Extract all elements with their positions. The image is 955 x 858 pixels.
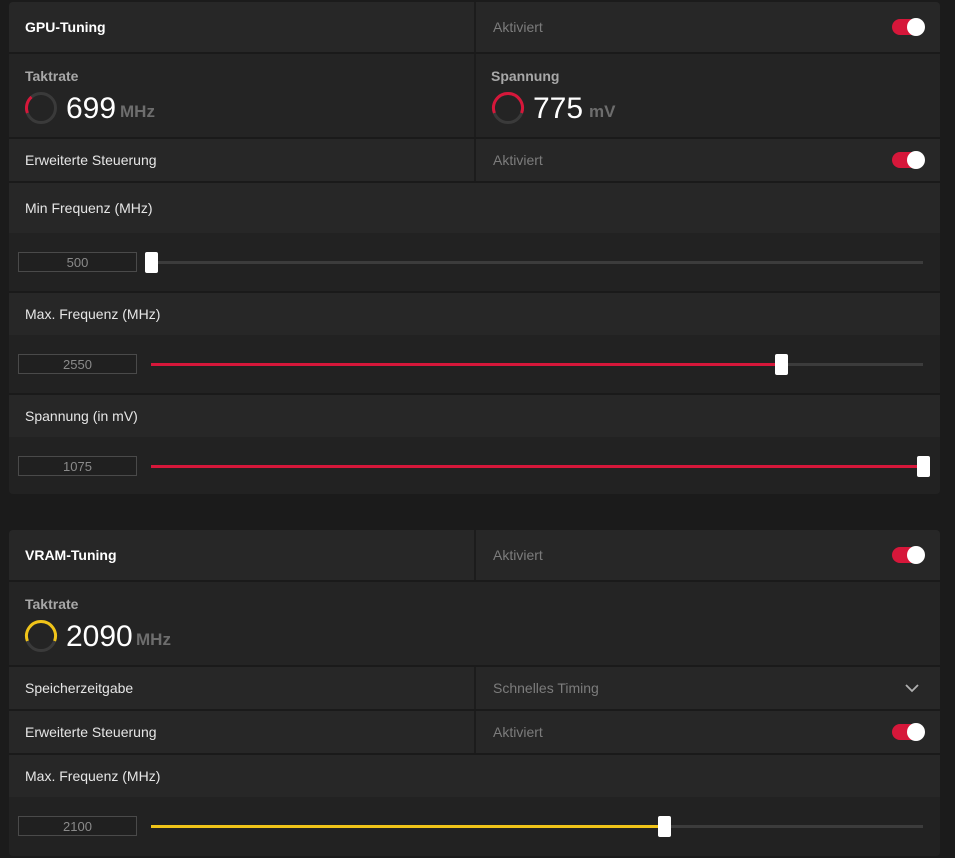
gpu-voltage-metric: Spannung 775 mV [474, 54, 940, 137]
gpu-tuning-status-cell: Aktiviert [474, 2, 940, 52]
slider-fill [151, 363, 781, 366]
vram-clock-metric: Taktrate 2090 MHz [9, 582, 940, 665]
gpu-clock-unit: MHz [120, 102, 155, 121]
slider-thumb[interactable] [657, 816, 671, 837]
gpu-voltage-label-row: Spannung (in mV) [9, 393, 940, 437]
vram-timing-dropdown[interactable]: Schnelles Timing [474, 667, 940, 709]
vram-tuning-status: Aktiviert [493, 547, 543, 563]
gauge-arc [492, 91, 524, 114]
gpu-max-freq-input[interactable]: 2550 [18, 354, 137, 374]
slider-thumb[interactable] [917, 456, 930, 477]
gpu-voltage-slider-row: 1075 [9, 437, 940, 494]
gpu-voltage-unit: mV [589, 102, 616, 121]
slider-thumb[interactable] [145, 252, 158, 273]
slider-fill [151, 465, 923, 468]
gauge-arc [25, 619, 57, 642]
vram-timing-selected: Schnelles Timing [493, 680, 599, 696]
vram-max-freq-label-row: Max. Frequenz (MHz) [9, 753, 940, 797]
gpu-advanced-toggle[interactable] [892, 151, 925, 169]
gpu-advanced-label-cell: Erweiterte Steuerung [9, 139, 474, 181]
gpu-max-freq-label: Max. Frequenz (MHz) [25, 306, 161, 322]
gpu-advanced-status: Aktiviert [493, 152, 543, 168]
gpu-min-freq-label-cell: Min Frequenz (MHz) [9, 183, 940, 233]
vram-timing-label: Speicherzeitgabe [25, 680, 134, 696]
toggle-knob [907, 151, 925, 169]
gpu-voltage-label: Spannung [491, 68, 560, 84]
gpu-max-freq-label-row: Max. Frequenz (MHz) [9, 291, 940, 335]
gpu-max-freq-slider-row: 2550 [9, 335, 940, 393]
vram-advanced-label-cell: Erweiterte Steuerung [9, 711, 474, 753]
gpu-tuning-title: GPU-Tuning [25, 19, 106, 35]
gpu-tuning-header: GPU-Tuning Aktiviert [9, 2, 940, 52]
vram-tuning-header: VRAM-Tuning Aktiviert [9, 530, 940, 580]
vram-tuning-status-cell: Aktiviert [474, 530, 940, 580]
slider-thumb[interactable] [774, 354, 788, 375]
gpu-tuning-status: Aktiviert [493, 19, 543, 35]
toggle-knob [907, 546, 925, 564]
vram-max-freq-slider-row: 2100 [9, 797, 940, 856]
gauge-icon [492, 91, 524, 124]
vram-timing-row: Speicherzeitgabe Schnelles Timing [9, 665, 940, 709]
vram-max-freq-input[interactable]: 2100 [18, 816, 137, 836]
vram-clock-label: Taktrate [25, 596, 79, 612]
gpu-min-freq-input[interactable]: 500 [18, 252, 137, 272]
gpu-tuning-title-cell: GPU-Tuning [9, 2, 474, 52]
gpu-max-freq-label-cell: Max. Frequenz (MHz) [9, 293, 940, 335]
gpu-tuning-panel: GPU-Tuning Aktiviert Taktrate 699 MHz Sp… [9, 2, 940, 494]
vram-timing-label-cell: Speicherzeitgabe [9, 667, 474, 709]
toggle-knob [907, 18, 925, 36]
gpu-voltage-input[interactable]: 1075 [18, 456, 137, 476]
gpu-metrics-row: Taktrate 699 MHz Spannung 775 mV [9, 52, 940, 137]
gauge-icon [25, 92, 57, 124]
vram-tuning-panel: VRAM-Tuning Aktiviert Taktrate 2090 MHz … [9, 530, 940, 856]
gpu-clock-label: Taktrate [25, 68, 79, 84]
gauge-arc [25, 95, 33, 114]
gpu-min-freq-label-row: Min Frequenz (MHz) [9, 181, 940, 233]
vram-max-freq-label-cell: Max. Frequenz (MHz) [9, 755, 940, 797]
vram-tuning-title-cell: VRAM-Tuning [9, 530, 474, 580]
vram-clock-unit: MHz [136, 630, 171, 649]
vram-advanced-status: Aktiviert [493, 724, 543, 740]
vram-max-freq-track[interactable] [151, 816, 923, 837]
vram-advanced-toggle[interactable] [892, 723, 925, 741]
vram-tuning-title: VRAM-Tuning [25, 547, 117, 563]
vram-advanced-status-cell: Aktiviert [474, 711, 940, 753]
gpu-voltage-value: 775 [533, 92, 584, 125]
gpu-advanced-status-cell: Aktiviert [474, 139, 940, 181]
vram-max-freq-label: Max. Frequenz (MHz) [25, 768, 161, 784]
gpu-clock-value: 699 [66, 92, 117, 125]
slider-fill [151, 825, 664, 828]
gpu-max-freq-track[interactable] [151, 354, 923, 375]
gpu-min-freq-track[interactable] [145, 252, 923, 273]
gauge-icon [25, 619, 57, 652]
gpu-advanced-row: Erweiterte Steuerung Aktiviert [9, 137, 940, 181]
gpu-voltage-slider-label: Spannung (in mV) [25, 408, 138, 424]
vram-advanced-row: Erweiterte Steuerung Aktiviert [9, 709, 940, 753]
vram-metrics-row: Taktrate 2090 MHz [9, 580, 940, 665]
gpu-clock-metric: Taktrate 699 MHz [9, 54, 474, 137]
gpu-advanced-label: Erweiterte Steuerung [25, 152, 157, 168]
vram-advanced-label: Erweiterte Steuerung [25, 724, 157, 740]
vram-tuning-toggle[interactable] [892, 546, 925, 564]
gpu-voltage-track[interactable] [151, 456, 930, 477]
vram-clock-value: 2090 [66, 620, 133, 653]
gpu-voltage-slider-label-cell: Spannung (in mV) [9, 395, 940, 437]
toggle-knob [907, 723, 925, 741]
chevron-down-icon [905, 684, 919, 693]
gpu-min-freq-label: Min Frequenz (MHz) [25, 200, 153, 216]
gpu-tuning-toggle[interactable] [892, 18, 925, 36]
gpu-min-freq-slider-row: 500 [9, 233, 940, 291]
